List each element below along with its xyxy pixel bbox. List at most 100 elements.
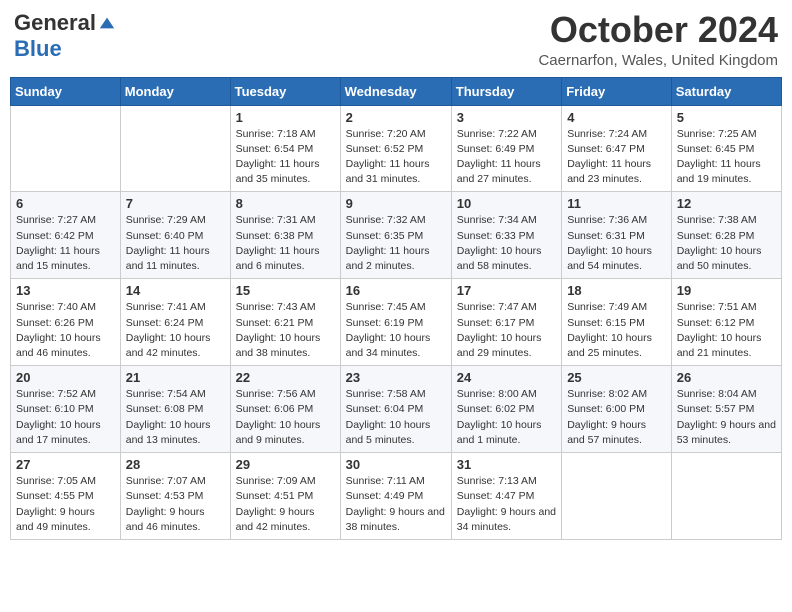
- day-info: Sunrise: 7:32 AMSunset: 6:35 PMDaylight:…: [346, 213, 446, 274]
- calendar-cell: 13Sunrise: 7:40 AMSunset: 6:26 PMDayligh…: [11, 279, 121, 366]
- calendar-cell: 20Sunrise: 7:52 AMSunset: 6:10 PMDayligh…: [11, 366, 121, 453]
- day-info: Sunrise: 7:27 AMSunset: 6:42 PMDaylight:…: [16, 213, 115, 274]
- calendar-week-row: 20Sunrise: 7:52 AMSunset: 6:10 PMDayligh…: [11, 366, 782, 453]
- day-info: Sunrise: 7:13 AMSunset: 4:47 PMDaylight:…: [457, 474, 556, 535]
- day-number: 19: [677, 283, 776, 298]
- day-number: 7: [126, 196, 225, 211]
- calendar-cell: 16 Sunrise: 7:45 AMSunset: 6:19 PMDayligh…: [340, 279, 451, 366]
- day-info: Sunrise: 8:02 AMSunset: 6:00 PMDaylight:…: [567, 387, 666, 448]
- day-info: Sunrise: 7:31 AMSunset: 6:38 PMDaylight:…: [236, 213, 335, 274]
- day-number: 28: [126, 457, 225, 472]
- day-number: 27: [16, 457, 115, 472]
- calendar-cell: [562, 453, 672, 540]
- day-number: 6: [16, 196, 115, 211]
- calendar-cell: [11, 105, 121, 192]
- day-info: Sunrise: 7:11 AMSunset: 4:49 PMDaylight:…: [346, 474, 446, 535]
- calendar-cell: 30 Sunrise: 7:11 AMSunset: 4:49 PMDayligh…: [340, 453, 451, 540]
- calendar-cell: 23 Sunrise: 7:58 AMSunset: 6:04 PMDayligh…: [340, 366, 451, 453]
- calendar-cell: 6 Sunrise: 7:27 AMSunset: 6:42 PMDaylight…: [11, 192, 121, 279]
- calendar-cell: 24Sunrise: 8:00 AMSunset: 6:02 PMDayligh…: [451, 366, 561, 453]
- calendar-week-row: 1 Sunrise: 7:18 AMSunset: 6:54 PMDaylight…: [11, 105, 782, 192]
- day-info: Sunrise: 7:05 AMSunset: 4:55 PMDaylight:…: [16, 474, 115, 535]
- day-info: Sunrise: 7:22 AMSunset: 6:49 PMDaylight:…: [457, 127, 556, 188]
- day-number: 31: [457, 457, 556, 472]
- day-number: 16: [346, 283, 446, 298]
- day-info: Sunrise: 7:54 AMSunset: 6:08 PMDaylight:…: [126, 387, 225, 448]
- logo-icon: [98, 14, 116, 32]
- day-number: 29: [236, 457, 335, 472]
- day-info: Sunrise: 7:29 AMSunset: 6:40 PMDaylight:…: [126, 213, 225, 274]
- weekday-header-monday: Monday: [120, 77, 230, 105]
- day-info: Sunrise: 7:36 AMSunset: 6:31 PMDaylight:…: [567, 213, 666, 274]
- day-number: 9: [346, 196, 446, 211]
- day-number: 10: [457, 196, 556, 211]
- weekday-header-row: SundayMondayTuesdayWednesdayThursdayFrid…: [11, 77, 782, 105]
- day-number: 18: [567, 283, 666, 298]
- calendar-cell: 31 Sunrise: 7:13 AMSunset: 4:47 PMDayligh…: [451, 453, 561, 540]
- calendar-cell: 5 Sunrise: 7:25 AMSunset: 6:45 PMDaylight…: [671, 105, 781, 192]
- day-info: Sunrise: 7:51 AMSunset: 6:12 PMDaylight:…: [677, 300, 776, 361]
- calendar-cell: 2Sunrise: 7:20 AMSunset: 6:52 PMDaylight…: [340, 105, 451, 192]
- calendar-cell: 12 Sunrise: 7:38 AMSunset: 6:28 PMDayligh…: [671, 192, 781, 279]
- weekday-header-tuesday: Tuesday: [230, 77, 340, 105]
- day-number: 1: [236, 110, 335, 125]
- calendar-cell: 26Sunrise: 8:04 AMSunset: 5:57 PMDayligh…: [671, 366, 781, 453]
- weekday-header-thursday: Thursday: [451, 77, 561, 105]
- day-info: Sunrise: 7:41 AMSunset: 6:24 PMDaylight:…: [126, 300, 225, 361]
- day-info: Sunrise: 7:07 AMSunset: 4:53 PMDaylight:…: [126, 474, 225, 535]
- day-info: Sunrise: 7:18 AMSunset: 6:54 PMDaylight:…: [236, 127, 335, 188]
- day-number: 15: [236, 283, 335, 298]
- calendar-cell: 1 Sunrise: 7:18 AMSunset: 6:54 PMDaylight…: [230, 105, 340, 192]
- calendar-table: SundayMondayTuesdayWednesdayThursdayFrid…: [10, 77, 782, 540]
- calendar-cell: [671, 453, 781, 540]
- weekday-header-friday: Friday: [562, 77, 672, 105]
- day-number: 17: [457, 283, 556, 298]
- day-info: Sunrise: 7:56 AMSunset: 6:06 PMDaylight:…: [236, 387, 335, 448]
- calendar-cell: 28 Sunrise: 7:07 AMSunset: 4:53 PMDayligh…: [120, 453, 230, 540]
- day-number: 30: [346, 457, 446, 472]
- calendar-week-row: 27 Sunrise: 7:05 AMSunset: 4:55 PMDayligh…: [11, 453, 782, 540]
- calendar-cell: 25Sunrise: 8:02 AMSunset: 6:00 PMDayligh…: [562, 366, 672, 453]
- day-number: 23: [346, 370, 446, 385]
- day-number: 14: [126, 283, 225, 298]
- day-number: 12: [677, 196, 776, 211]
- calendar-cell: 14 Sunrise: 7:41 AMSunset: 6:24 PMDayligh…: [120, 279, 230, 366]
- day-info: Sunrise: 7:25 AMSunset: 6:45 PMDaylight:…: [677, 127, 776, 188]
- calendar-cell: 21 Sunrise: 7:54 AMSunset: 6:08 PMDayligh…: [120, 366, 230, 453]
- calendar-week-row: 13Sunrise: 7:40 AMSunset: 6:26 PMDayligh…: [11, 279, 782, 366]
- day-number: 22: [236, 370, 335, 385]
- day-number: 3: [457, 110, 556, 125]
- day-info: Sunrise: 7:58 AMSunset: 6:04 PMDaylight:…: [346, 387, 446, 448]
- day-info: Sunrise: 7:34 AMSunset: 6:33 PMDaylight:…: [457, 213, 556, 274]
- calendar-cell: 29 Sunrise: 7:09 AMSunset: 4:51 PMDayligh…: [230, 453, 340, 540]
- day-number: 5: [677, 110, 776, 125]
- title-block: October 2024 Caernarfon, Wales, United K…: [538, 10, 778, 69]
- weekday-header-wednesday: Wednesday: [340, 77, 451, 105]
- weekday-header-sunday: Sunday: [11, 77, 121, 105]
- day-number: 20: [16, 370, 115, 385]
- day-info: Sunrise: 8:00 AMSunset: 6:02 PMDaylight:…: [457, 387, 556, 448]
- calendar-cell: [120, 105, 230, 192]
- day-number: 21: [126, 370, 225, 385]
- day-number: 11: [567, 196, 666, 211]
- day-info: Sunrise: 7:24 AMSunset: 6:47 PMDaylight:…: [567, 127, 666, 188]
- calendar-cell: 18Sunrise: 7:49 AMSunset: 6:15 PMDayligh…: [562, 279, 672, 366]
- day-info: Sunrise: 7:45 AMSunset: 6:19 PMDaylight:…: [346, 300, 446, 361]
- calendar-cell: 27 Sunrise: 7:05 AMSunset: 4:55 PMDayligh…: [11, 453, 121, 540]
- weekday-header-saturday: Saturday: [671, 77, 781, 105]
- calendar-cell: 15 Sunrise: 7:43 AMSunset: 6:21 PMDayligh…: [230, 279, 340, 366]
- location: Caernarfon, Wales, United Kingdom: [538, 52, 778, 69]
- logo: General Blue: [14, 10, 116, 62]
- calendar-week-row: 6 Sunrise: 7:27 AMSunset: 6:42 PMDaylight…: [11, 192, 782, 279]
- day-info: Sunrise: 7:09 AMSunset: 4:51 PMDaylight:…: [236, 474, 335, 535]
- day-info: Sunrise: 7:40 AMSunset: 6:26 PMDaylight:…: [16, 300, 115, 361]
- day-info: Sunrise: 8:04 AMSunset: 5:57 PMDaylight:…: [677, 387, 776, 448]
- day-info: Sunrise: 7:43 AMSunset: 6:21 PMDaylight:…: [236, 300, 335, 361]
- day-info: Sunrise: 7:38 AMSunset: 6:28 PMDaylight:…: [677, 213, 776, 274]
- logo-blue-text: Blue: [14, 36, 62, 62]
- day-info: Sunrise: 7:20 AMSunset: 6:52 PMDaylight:…: [346, 127, 446, 188]
- calendar-cell: 8Sunrise: 7:31 AMSunset: 6:38 PMDaylight…: [230, 192, 340, 279]
- day-number: 4: [567, 110, 666, 125]
- calendar-cell: 10 Sunrise: 7:34 AMSunset: 6:33 PMDayligh…: [451, 192, 561, 279]
- calendar-cell: 17Sunrise: 7:47 AMSunset: 6:17 PMDayligh…: [451, 279, 561, 366]
